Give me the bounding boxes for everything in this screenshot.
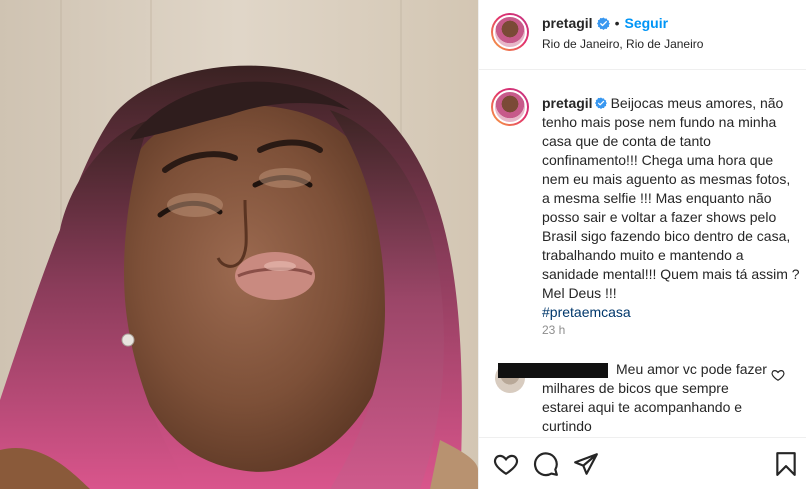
caption-hashtag[interactable]: #pretaemcasa (542, 304, 631, 320)
caption-text: Beijocas meus amores, não tenho mais pos… (542, 95, 800, 301)
comment-item: Meu amor vc pode fazer milhares de bicos… (542, 360, 772, 436)
comment-icon (534, 452, 558, 477)
post-header: pretagil • Seguir Rio de Janeiro, Rio de… (479, 0, 806, 70)
like-button[interactable] (493, 451, 519, 477)
paper-plane-icon (574, 453, 598, 475)
action-bar (479, 437, 806, 489)
caption-avatar[interactable] (491, 88, 529, 126)
author-line: pretagil • Seguir (542, 15, 668, 31)
selfie-image (0, 0, 478, 489)
follow-button[interactable]: Seguir (624, 15, 668, 31)
verified-badge-icon (594, 97, 607, 109)
post-side-panel: pretagil • Seguir Rio de Janeiro, Rio de… (478, 0, 806, 489)
author-username[interactable]: pretagil (542, 15, 593, 31)
caption-username[interactable]: pretagil (542, 95, 593, 111)
author-avatar[interactable] (491, 13, 529, 51)
post-photo[interactable] (0, 0, 478, 489)
post-timestamp[interactable]: 23 h (542, 323, 565, 337)
post-location[interactable]: Rio de Janeiro, Rio de Janeiro (542, 37, 703, 51)
heart-icon (493, 454, 519, 476)
comment-like-heart-icon[interactable] (771, 368, 785, 382)
save-button[interactable] (773, 451, 799, 477)
post-caption: pretagil Beijocas meus amores, não tenho … (542, 94, 800, 322)
share-button[interactable] (573, 451, 599, 477)
verified-badge-icon (596, 17, 610, 30)
separator-dot: • (614, 15, 620, 31)
comment-text: Meu amor vc pode fazer milhares de bicos… (542, 361, 767, 434)
comment-button[interactable] (533, 451, 559, 477)
bookmark-icon (776, 452, 796, 476)
